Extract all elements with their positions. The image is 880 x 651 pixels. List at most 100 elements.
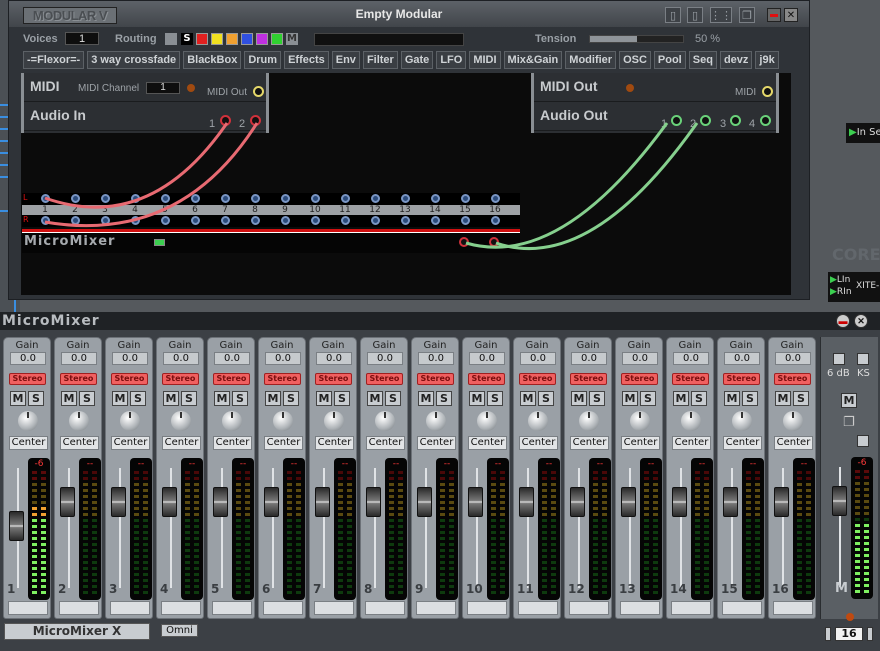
six-db-toggle[interactable] [833,353,845,365]
channel-fader[interactable] [315,487,330,518]
channel-name-field[interactable] [314,601,354,615]
solo-button[interactable]: S [742,391,758,406]
pan-knob[interactable] [273,411,293,431]
channel-fader[interactable] [519,487,534,518]
solo-button[interactable]: S [130,391,146,406]
gain-value[interactable]: 0.0 [418,352,454,365]
pan-knob[interactable] [681,411,701,431]
stereo-button[interactable]: Stereo [468,373,505,385]
side-module-xite[interactable]: ▶LIn ▶RIn XITE- [828,272,880,302]
stereo-button[interactable]: Stereo [519,373,556,385]
channel-fader[interactable] [162,487,177,518]
stereo-button[interactable]: Stereo [417,373,454,385]
solo-button[interactable]: S [232,391,248,406]
channel-name-field[interactable] [671,601,711,615]
gain-value[interactable]: 0.0 [10,352,46,365]
gain-value[interactable]: 0.0 [724,352,760,365]
gain-value[interactable]: 0.0 [622,352,658,365]
solo-button[interactable]: S [385,391,401,406]
stereo-button[interactable]: Stereo [723,373,760,385]
stereo-button[interactable]: Stereo [315,373,352,385]
channel-fader[interactable] [621,487,636,518]
stereo-button[interactable]: Stereo [9,373,46,385]
mute-button[interactable]: M [469,391,485,406]
pan-knob[interactable] [477,411,497,431]
mute-button[interactable]: M [61,391,77,406]
channel-name-field[interactable] [722,601,762,615]
pan-knob[interactable] [528,411,548,431]
pan-knob[interactable] [222,411,242,431]
mute-button[interactable]: M [520,391,536,406]
channel-fader[interactable] [417,487,432,518]
channel-name-field[interactable] [467,601,507,615]
stereo-button[interactable]: Stereo [774,373,811,385]
solo-button[interactable]: S [793,391,809,406]
pan-knob[interactable] [630,411,650,431]
gain-value[interactable]: 0.0 [61,352,97,365]
channel-name-field[interactable] [518,601,558,615]
midi-mode-select[interactable]: Omni [161,624,198,637]
solo-button[interactable]: S [181,391,197,406]
channel-name-field[interactable] [212,601,252,615]
ks-toggle[interactable] [857,353,869,365]
solo-button[interactable]: S [640,391,656,406]
pan-knob[interactable] [426,411,446,431]
pan-knob[interactable] [69,411,89,431]
solo-button[interactable]: S [436,391,452,406]
gain-value[interactable]: 0.0 [214,352,250,365]
channel-fader[interactable] [774,487,789,518]
mute-button[interactable]: M [112,391,128,406]
stereo-button[interactable]: Stereo [621,373,658,385]
voices-increment[interactable] [867,627,873,641]
stereo-button[interactable]: Stereo [213,373,250,385]
pan-knob[interactable] [171,411,191,431]
channel-name-field[interactable] [569,601,609,615]
gain-value[interactable]: 0.0 [163,352,199,365]
mute-button[interactable]: M [265,391,281,406]
stereo-button[interactable]: Stereo [264,373,301,385]
mute-button[interactable]: M [163,391,179,406]
gain-value[interactable]: 0.0 [775,352,811,365]
pan-knob[interactable] [375,411,395,431]
channel-name-field[interactable] [161,601,201,615]
channel-fader[interactable] [111,487,126,518]
gain-value[interactable]: 0.0 [673,352,709,365]
stereo-button[interactable]: Stereo [366,373,403,385]
mute-button[interactable]: M [367,391,383,406]
channel-fader[interactable] [264,487,279,518]
gain-value[interactable]: 0.0 [265,352,301,365]
channel-fader[interactable] [672,487,687,518]
pan-knob[interactable] [18,411,38,431]
master-mute-button[interactable]: M [841,393,857,408]
solo-button[interactable]: S [283,391,299,406]
pan-knob[interactable] [732,411,752,431]
mute-button[interactable]: M [724,391,740,406]
gain-value[interactable]: 0.0 [469,352,505,365]
channel-fader[interactable] [570,487,585,518]
pan-knob[interactable] [579,411,599,431]
copy-icon[interactable]: ❐ [843,415,855,430]
master-fader[interactable] [832,486,847,517]
master-option-toggle[interactable] [857,435,869,447]
gain-value[interactable]: 0.0 [571,352,607,365]
stereo-button[interactable]: Stereo [672,373,709,385]
channel-fader[interactable] [60,487,75,518]
channel-fader[interactable] [9,511,24,541]
solo-button[interactable]: S [487,391,503,406]
solo-button[interactable]: S [538,391,554,406]
solo-button[interactable]: S [28,391,44,406]
mute-button[interactable]: M [571,391,587,406]
channel-fader[interactable] [723,487,738,518]
channel-fader[interactable] [366,487,381,518]
solo-button[interactable]: S [589,391,605,406]
gain-value[interactable]: 0.0 [112,352,148,365]
gain-value[interactable]: 0.0 [367,352,403,365]
pan-knob[interactable] [324,411,344,431]
channel-name-field[interactable] [8,601,48,615]
channel-fader[interactable] [468,487,483,518]
mute-button[interactable]: M [214,391,230,406]
channel-name-field[interactable] [773,601,813,615]
mixer-close-button[interactable]: ✕ [854,314,868,328]
gain-value[interactable]: 0.0 [520,352,556,365]
channel-name-field[interactable] [110,601,150,615]
